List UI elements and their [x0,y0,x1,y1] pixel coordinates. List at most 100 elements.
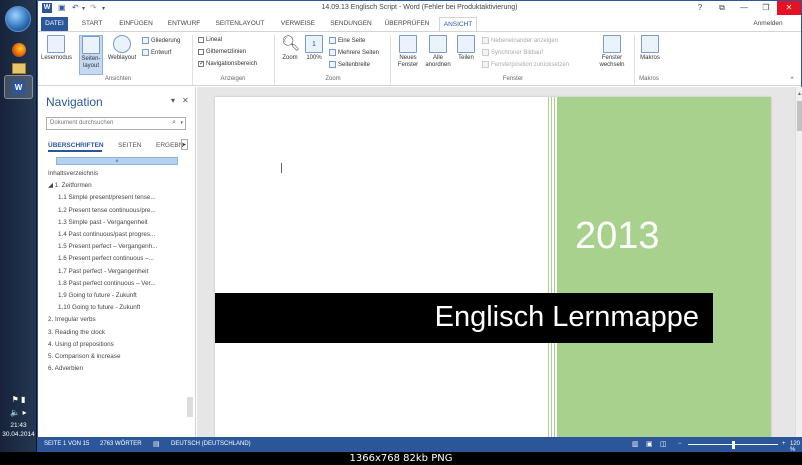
magnifier-icon: 🔍︎ [281,35,301,52]
group-label-anzeigen: Anzeigen [220,76,246,82]
word-taskbar-button[interactable]: W [4,75,33,99]
fenster-wechseln-button[interactable]: Fenster wechseln [593,35,631,69]
nav-heading-item[interactable]: 3. Reading the clock [48,329,105,336]
maximize-button[interactable]: ❐ [755,1,777,15]
tab-datei[interactable]: DATEI [41,17,68,31]
document-page[interactable]: 2013 Englisch Lernmappe [215,97,771,437]
flag-icon[interactable]: ⚑ ▮ [0,395,37,404]
tab-start[interactable]: START [78,17,106,31]
ribbon: Lesemodus Seiten- layout Weblayout Glied… [38,31,801,86]
nav-heading-item[interactable]: 1.3 Simple past - Vergangenheit [58,219,148,226]
synchroner-bildlauf-button[interactable]: Synchroner Bildlauf [482,49,543,56]
decor-line [548,97,549,437]
collapse-ribbon-icon[interactable]: ⌃ [789,76,795,84]
volume-icon[interactable]: 🔈 ▸ [0,408,37,417]
nav-close-icon[interactable]: ✕ [182,96,189,105]
tab-seitenlayout[interactable]: SEITENLAYOUT [210,17,270,31]
tab-scroll-icon[interactable]: ▸ [181,139,189,150]
nav-heading-item[interactable]: 6. Adverbien [48,365,83,372]
nav-heading-item[interactable]: 1.7 Past perfect - Vergangenheit [58,268,148,275]
seitenlayout-button[interactable]: Seiten- layout [79,35,103,75]
zoom-slider-thumb[interactable] [732,441,735,449]
print-layout-icon [82,36,100,54]
seitenbreite-button[interactable]: Seitenbreite [329,61,370,68]
status-language[interactable]: DEUTSCH (DEUTSCHLAND) [171,441,251,447]
lineal-checkbox[interactable]: Lineal [198,37,222,43]
print-layout-view-icon[interactable]: ▣ [646,440,653,448]
nav-heading-item[interactable]: 1.5 Present perfect – Vergangenh... [58,243,157,250]
fensterposition-button[interactable]: Fensterposition zurücksetzen [482,61,569,68]
alle-anordnen-button[interactable]: Alle anordnen [424,35,452,69]
cover-year[interactable]: 2013 [575,215,660,258]
tab-entwurf[interactable]: ENTWURF [164,17,204,31]
ribbon-display-options-icon[interactable]: ⧉ [711,1,733,15]
start-button[interactable] [5,6,31,32]
nav-heading-item[interactable]: Inhaltsverzeichnis [48,170,98,177]
navigationsbereich-checkbox[interactable]: ✓ Navigationsbereich [198,61,257,67]
eine-seite-button[interactable]: Eine Seite [329,37,365,44]
zoom-in-icon[interactable]: + [782,441,786,447]
teilen-button[interactable]: Teilen [454,35,478,62]
nav-options-icon[interactable]: ▾ [171,96,175,105]
tab-ueberpruefen[interactable]: ÜBERPRÜFEN [382,17,432,31]
search-dropdown-icon[interactable]: ▾ [180,120,183,126]
scroll-thumb[interactable] [797,101,802,131]
tab-ansicht[interactable]: ANSICHT [439,17,477,31]
ribbon-separator [274,35,275,85]
zoom-out-icon[interactable]: − [678,441,682,447]
zoom-100-button[interactable]: 1 100% [304,35,324,62]
switch-windows-icon [603,35,621,53]
vertical-scrollbar[interactable]: ▲ [795,87,802,437]
nav-search-input[interactable]: Dokument durchsuchen ⌕ ▾ [46,117,186,130]
status-words[interactable]: 2763 WÖRTER [100,441,142,447]
nav-title: Navigation [46,95,103,109]
close-button[interactable]: ✕ [777,1,801,15]
status-page[interactable]: SEITE 1 VON 15 [44,441,89,447]
status-bar: SEITE 1 VON 15 2763 WÖRTER ▤ DEUTSCH (DE… [38,437,801,453]
tab-seiten[interactable]: SEITEN [118,142,141,149]
lesemodus-button[interactable]: Lesemodus [41,35,72,62]
nav-heading-item[interactable]: 1.9 Going to future - Zukunft [58,292,137,299]
sign-in-link[interactable]: Anmelden [748,17,788,31]
heading-collapse-bar[interactable]: ⩮ [56,157,178,165]
group-label-ansichten: Ansichten [104,76,132,82]
nav-heading-item[interactable]: 1.4 Past continuous/past progres... [58,231,155,238]
gitternetzlinien-checkbox[interactable]: Gitternetzlinien [198,49,246,55]
nav-scrollbar[interactable] [187,397,193,417]
nav-heading-item[interactable]: ◢ 1. Zeitformen [48,182,92,189]
read-mode-view-icon[interactable]: ▥ [632,440,639,448]
help-button[interactable]: ? [689,1,711,15]
weblayout-button[interactable]: Weblayout [106,35,138,62]
nav-heading-item[interactable]: 5. Comparison & increase [48,353,120,360]
nav-heading-item[interactable]: 1.8 Past perfect continuous – Ver... [58,280,156,287]
nav-heading-item[interactable]: 4. Using of prepositions [48,341,114,348]
nav-heading-item[interactable]: 1.6 Present perfect continuous –... [58,255,154,262]
tab-einfuegen[interactable]: EINFÜGEN [116,17,156,31]
nav-heading-item[interactable]: 1.2 Present tense continuous/pre... [58,207,156,214]
clock-time[interactable]: 21:43 [0,422,37,429]
minimize-button[interactable]: — [733,1,755,15]
tab-sendungen[interactable]: SENDUNGEN [326,17,376,31]
nav-heading-item[interactable]: 2. Irregular verbs [48,316,96,323]
group-label-zoom: Zoom [325,76,341,82]
gliederung-button[interactable]: Gliederung [142,37,180,44]
scroll-up-icon[interactable]: ▲ [797,91,802,97]
search-icon[interactable]: ⌕ [172,119,176,127]
text-cursor [281,163,282,173]
zoom-button[interactable]: 🔍︎ Zoom [278,35,302,62]
mehrere-seiten-button[interactable]: Mehrere Seiten [329,49,379,56]
cover-title[interactable]: Englisch Lernmappe [435,301,699,334]
clock-date[interactable]: 30.04.2014 [0,431,37,438]
document-area: 2013 Englisch Lernmappe ▲ [197,87,802,437]
proofing-icon[interactable]: ▤ [153,440,160,448]
nav-heading-item[interactable]: 1.10 Going to future - Zukunft [58,304,140,311]
entwurf-button[interactable]: Entwurf [142,49,171,56]
nebeneinander-button[interactable]: Nebeneinander anzeigen [482,37,558,44]
neues-fenster-button[interactable]: Neues Fenster [394,35,422,69]
tab-ueberschriften[interactable]: ÜBERSCHRIFTEN [48,142,104,149]
tab-ergebnisse[interactable]: ERGEBN [156,142,183,149]
web-layout-view-icon[interactable]: ◫ [660,440,667,448]
tab-verweise[interactable]: VERWEISE [278,17,318,31]
makros-button[interactable]: Makros [637,35,663,62]
nav-heading-item[interactable]: 1.1 Simple present/present tense... [58,194,156,201]
